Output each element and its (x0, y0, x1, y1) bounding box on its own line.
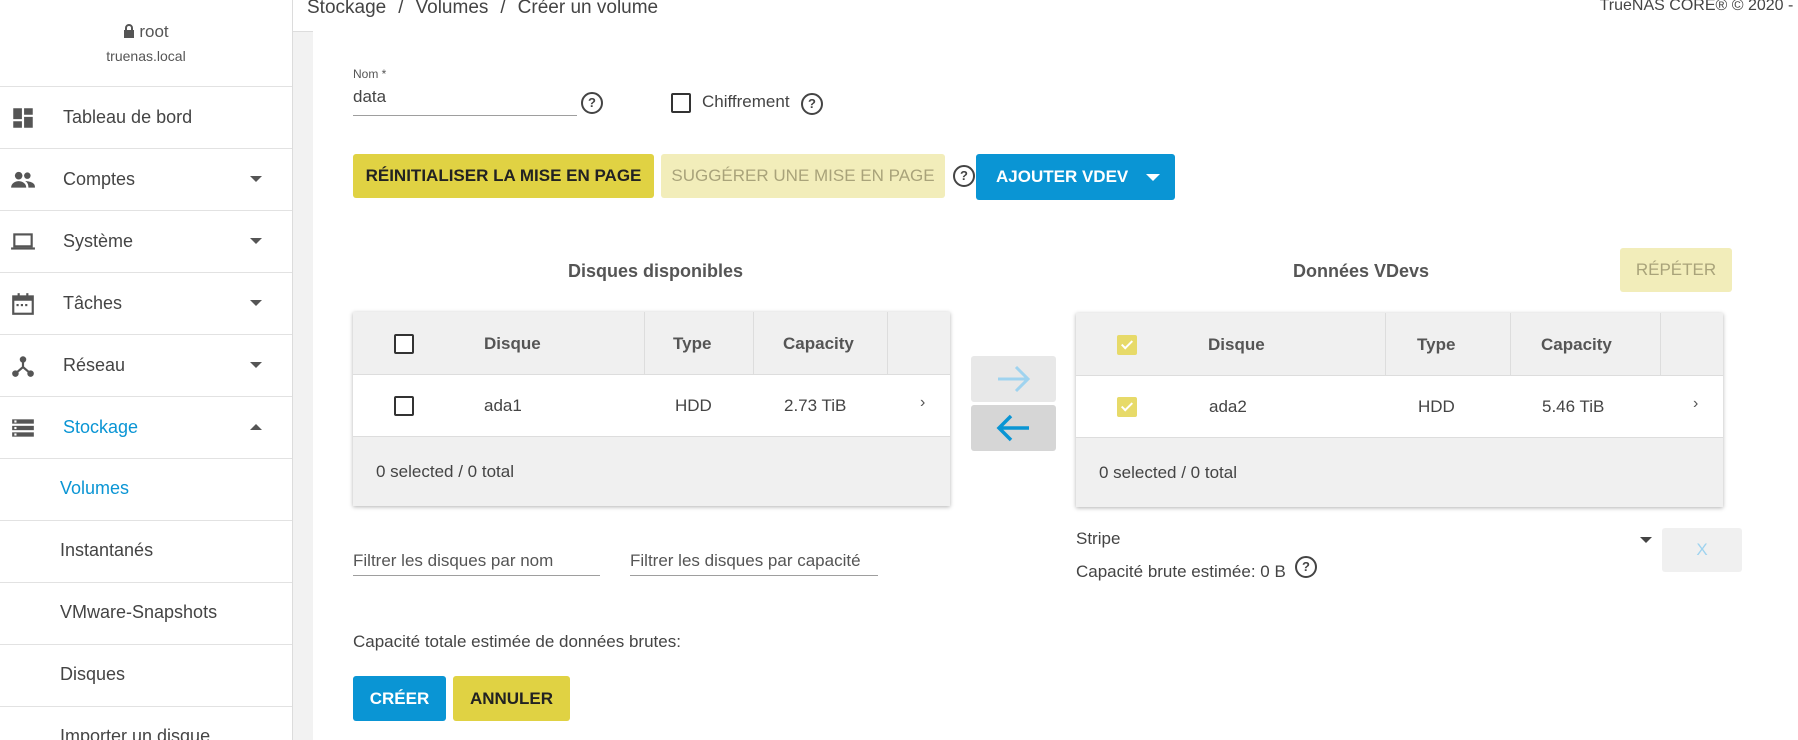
host-name: truenas.local (106, 48, 186, 64)
row-checkbox[interactable] (394, 396, 414, 416)
arrow-left-icon (996, 414, 1029, 442)
select-all-checkbox[interactable] (1117, 335, 1137, 355)
table-row[interactable]: ada1 HDD 2.73 TiB › (353, 374, 950, 437)
nav-label: Tableau de bord (63, 107, 193, 127)
disk-name: ada1 (484, 396, 522, 415)
cancel-button[interactable]: ANNULER (453, 676, 570, 721)
table-header: Disque Type Capacity (353, 312, 950, 375)
chevron-up-icon (250, 424, 262, 430)
row-checkbox[interactable] (1117, 397, 1137, 417)
col-type: Type (673, 334, 712, 353)
layout-select[interactable]: Stripe (1076, 529, 1654, 555)
breadcrumb-volumes[interactable]: Volumes (416, 0, 489, 18)
add-vdev-label: AJOUTER VDEV (996, 167, 1129, 186)
nav-label: Comptes (63, 169, 136, 189)
move-left-button[interactable] (971, 405, 1056, 451)
col-capacity: Capacity (1541, 335, 1612, 354)
sidebar-item-vmware-snapshots[interactable]: VMware-Snapshots (0, 583, 292, 645)
layout-value: Stripe (1076, 529, 1121, 548)
remove-vdev-button[interactable]: X (1662, 528, 1742, 572)
estimated-raw-capacity: Capacité brute estimée: 0 B (1076, 562, 1286, 581)
col-disk: Disque (1208, 335, 1265, 354)
nav-item-tasks[interactable]: Tâches (0, 273, 292, 335)
chevron-down-icon (250, 176, 262, 182)
arrow-right-icon (998, 365, 1031, 393)
dashboard-icon (13, 108, 33, 128)
nav-item-system[interactable]: Système (0, 211, 292, 273)
sidebar: root truenas.local Tableau de bord Compt… (0, 0, 293, 740)
create-volume-card: Nom * data ? Chiffrement ? RÉINITIALISER… (313, 31, 1798, 740)
breadcrumb: Stockage / Volumes / Créer un volume (307, 0, 658, 19)
network-icon (12, 356, 34, 377)
move-right-button[interactable] (971, 356, 1056, 402)
filter-capacity-input[interactable]: Filtrer les disques par capacité (630, 545, 878, 576)
people-icon (11, 171, 35, 188)
lock-icon (124, 24, 135, 38)
chevron-down-icon (250, 238, 262, 244)
breadcrumb-current: Créer un volume (517, 0, 659, 18)
nav-item-storage[interactable]: Stockage (0, 397, 292, 459)
table-row[interactable]: ada2 HDD 5.46 TiB › (1076, 375, 1723, 438)
nav-item-dashboard[interactable]: Tableau de bord (0, 87, 292, 149)
sidebar-item-import-disk[interactable]: Importer un disque (0, 707, 292, 740)
header: Stockage / Volumes / Créer un volume TrueNAS… (293, 0, 1798, 32)
chevron-down-icon (250, 300, 262, 306)
calendar-icon (12, 293, 34, 315)
nav-label: Système (63, 231, 134, 251)
disk-type: HDD (675, 396, 712, 415)
name-label: Nom * (353, 67, 387, 81)
data-vdevs-title: Données VDevs (1293, 261, 1430, 281)
chevron-down-icon[interactable] (1146, 174, 1160, 181)
table-footer: 0 selected / 0 total (353, 437, 950, 506)
nav-label: Stockage (63, 417, 139, 437)
disk-capacity: 5.46 TiB (1542, 397, 1605, 416)
disk-name: ada2 (1209, 397, 1247, 416)
sidebar-item-disks[interactable]: Disques (0, 645, 292, 707)
nav-label: Tâches (63, 293, 123, 313)
suggest-layout-button[interactable]: SUGGÉRER UNE MISE EN PAGE (661, 154, 945, 198)
disk-capacity: 2.73 TiB (784, 396, 847, 415)
chevron-right-icon[interactable]: › (1693, 395, 1698, 413)
copyright: TrueNAS CORE® © 2020 - iX (1599, 0, 1798, 14)
user-name: root (139, 22, 169, 41)
nav-item-network[interactable]: Réseau (0, 335, 292, 397)
total-capacity-label: Capacité totale estimée de données brute… (353, 632, 681, 651)
available-disks-table: Disque Type Capacity ada1 HDD 2.73 TiB ›… (353, 312, 950, 506)
chevron-right-icon[interactable]: › (920, 394, 925, 412)
sidebar-item-volumes[interactable]: Volumes (0, 459, 292, 521)
chevron-down-icon (250, 362, 262, 368)
chevron-down-icon (1640, 537, 1652, 543)
help-icon[interactable]: ? (953, 165, 975, 187)
select-all-checkbox[interactable] (394, 334, 414, 354)
encryption-checkbox[interactable] (671, 93, 691, 113)
filter-name-input[interactable]: Filtrer les disques par nom (353, 545, 600, 576)
name-field[interactable]: data (353, 87, 577, 116)
help-icon[interactable]: ? (581, 92, 603, 114)
laptop-icon (11, 233, 35, 250)
nav-label: Réseau (63, 355, 126, 375)
sidebar-item-snapshots[interactable]: Instantanés (0, 521, 292, 583)
help-icon[interactable]: ? (801, 93, 823, 115)
name-value: data (353, 87, 387, 106)
breadcrumb-storage[interactable]: Stockage (307, 0, 386, 18)
col-disk: Disque (484, 334, 541, 353)
reset-layout-button[interactable]: RÉINITIALISER LA MISE EN PAGE (353, 154, 654, 198)
add-vdev-button[interactable]: AJOUTER VDEV (976, 154, 1175, 200)
user-box: root truenas.local (0, 0, 292, 87)
col-type: Type (1417, 335, 1456, 354)
disk-type: HDD (1418, 397, 1455, 416)
encryption-label: Chiffrement (702, 92, 790, 111)
create-button[interactable]: CRÉER (353, 676, 446, 721)
data-vdevs-table: Disque Type Capacity ada2 HDD 5.46 TiB ›… (1076, 313, 1723, 507)
table-header: Disque Type Capacity (1076, 313, 1723, 376)
storage-icon (12, 419, 34, 437)
available-disks-title: Disques disponibles (568, 261, 744, 281)
nav-item-accounts[interactable]: Comptes (0, 149, 292, 211)
col-capacity: Capacity (783, 334, 854, 353)
table-footer: 0 selected / 0 total (1076, 438, 1723, 507)
help-icon[interactable]: ? (1295, 556, 1317, 578)
repeat-button[interactable]: RÉPÉTER (1620, 248, 1732, 292)
